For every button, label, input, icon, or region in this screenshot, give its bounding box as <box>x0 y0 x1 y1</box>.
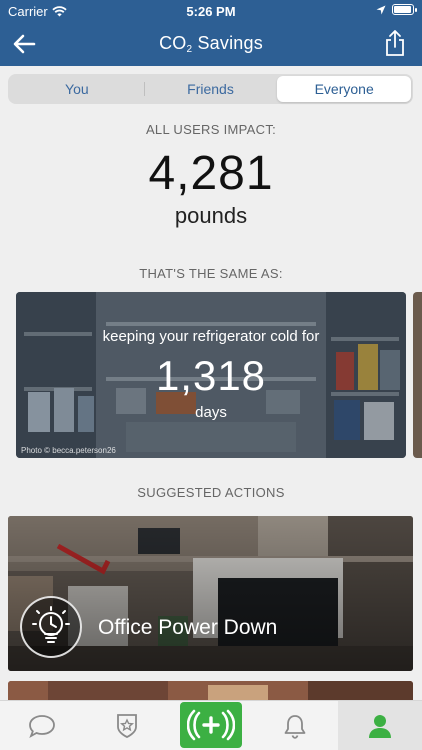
page-title: CO2 Savings <box>0 33 422 55</box>
segment-everyone[interactable]: Everyone <box>277 76 412 102</box>
equivalence-unit: days <box>195 404 227 421</box>
tab-chat[interactable] <box>0 701 84 750</box>
chat-bubble-icon <box>29 714 56 738</box>
segment-friends[interactable]: Friends <box>143 76 278 102</box>
location-arrow-icon <box>376 5 386 14</box>
action-card-office-power-down[interactable]: Office Power Down <box>8 516 413 671</box>
equivalence-value: 1,318 <box>155 352 267 399</box>
bottom-tab-bar <box>0 700 422 750</box>
header-bar: Carrier 5:26 PM CO2 Savings <box>0 0 422 66</box>
person-icon <box>368 714 391 738</box>
status-right <box>376 4 417 15</box>
action-title: Office Power Down <box>98 616 278 639</box>
lightbulb-clock-icon <box>32 606 70 643</box>
bell-icon <box>285 714 306 739</box>
equivalence-section-label: THAT'S THE SAME AS: <box>139 266 283 281</box>
title-suffix: Savings <box>192 33 263 53</box>
tab-profile[interactable] <box>337 701 422 750</box>
add-action-button[interactable] <box>180 701 243 748</box>
action-icon-badge <box>20 596 82 658</box>
equivalence-text: keeping your refrigerator cold for <box>102 328 320 345</box>
tab-add-action[interactable] <box>169 701 253 750</box>
share-button[interactable] <box>382 28 408 58</box>
star-shield-icon <box>116 713 137 738</box>
audience-segmented-control: You Friends Everyone <box>8 74 413 104</box>
status-bar: Carrier 5:26 PM <box>0 0 422 22</box>
impact-label: ALL USERS IMPACT: <box>145 122 277 137</box>
segment-you[interactable]: You <box>10 76 144 102</box>
navigation-bar: CO2 Savings <box>0 26 422 62</box>
share-icon <box>386 30 404 56</box>
plus-waves-icon <box>187 709 236 740</box>
tab-notifications[interactable] <box>253 701 337 750</box>
tab-badges[interactable] <box>84 701 168 750</box>
title-prefix: CO <box>159 33 187 53</box>
photo-credit: Photo © becca.peterson26 <box>21 446 116 455</box>
battery-icon <box>392 4 417 15</box>
suggested-actions-label: SUGGESTED ACTIONS <box>137 485 285 500</box>
next-equivalence-card-peek[interactable] <box>413 292 422 458</box>
impact-unit: pounds <box>174 203 248 228</box>
status-time: 5:26 PM <box>186 4 236 19</box>
impact-value: 4,281 <box>148 147 274 200</box>
equivalence-card[interactable]: keeping your refrigerator cold for 1,318… <box>16 292 406 458</box>
